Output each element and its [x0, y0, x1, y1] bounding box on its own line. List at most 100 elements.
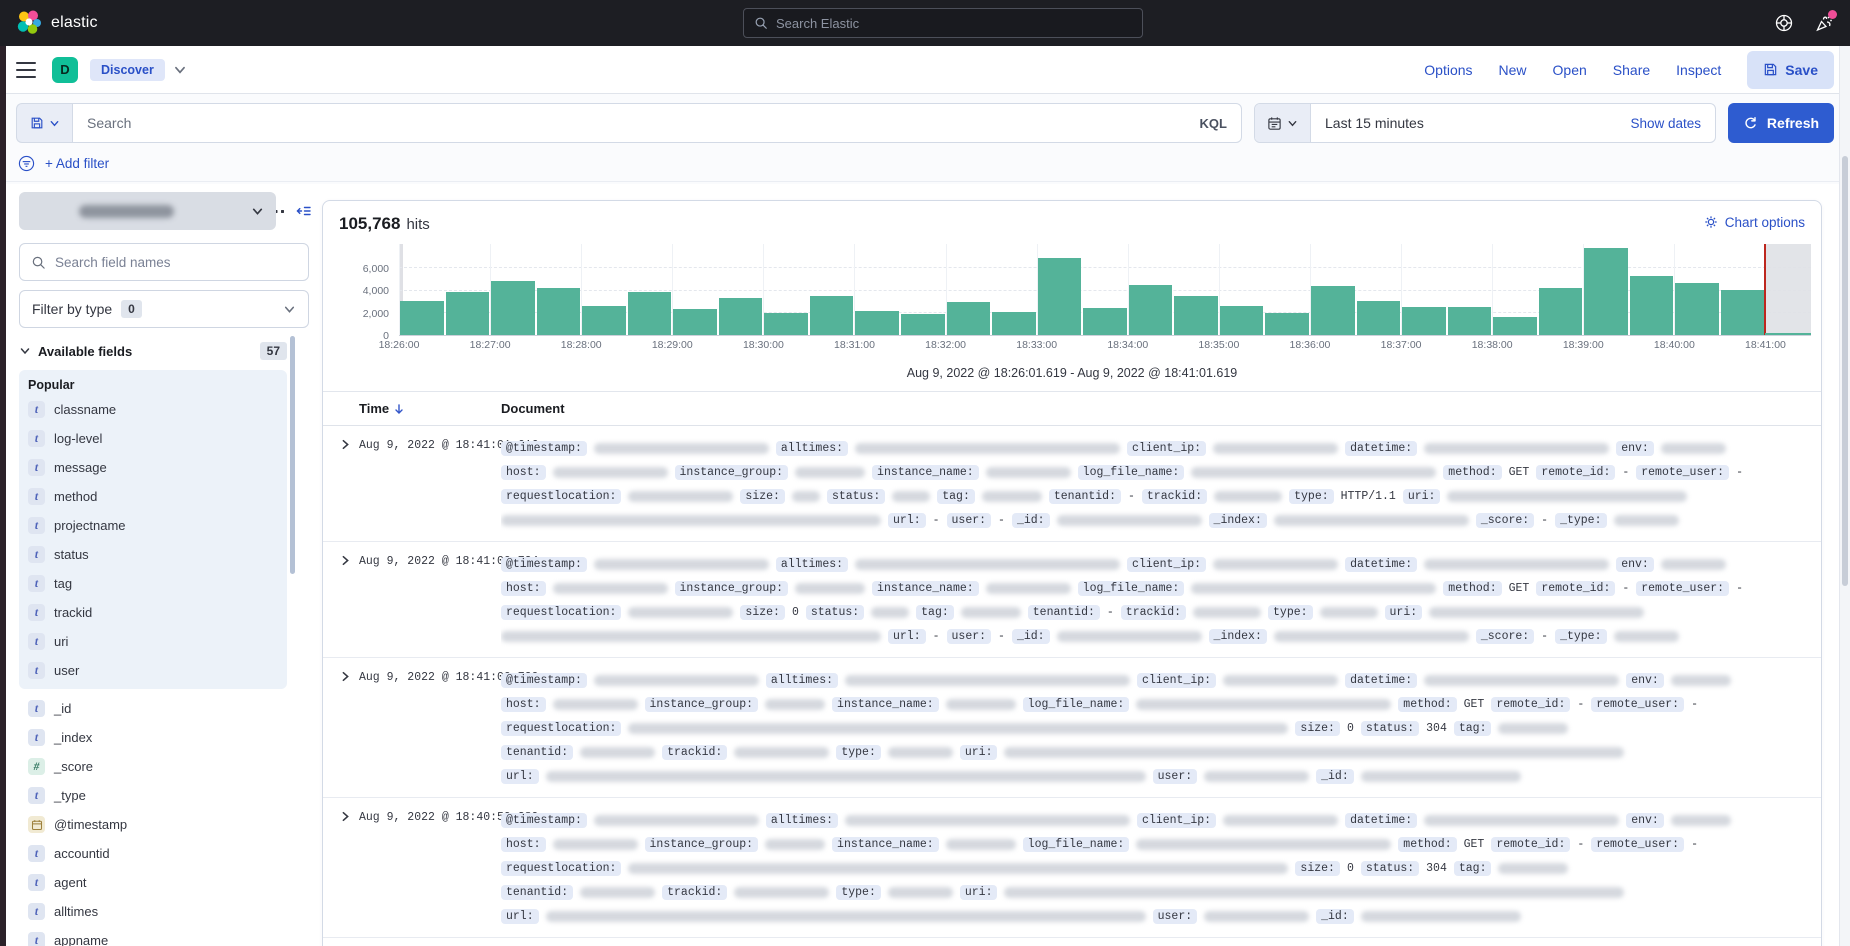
field-item-alltimes[interactable]: talltimes [28, 897, 287, 926]
doc-field-chip[interactable]: alltimes: [776, 557, 848, 572]
save-button[interactable]: Save [1747, 51, 1834, 89]
global-search[interactable] [743, 8, 1143, 38]
field-item-accountid[interactable]: taccountid [28, 839, 287, 868]
page-scrollbar[interactable] [1839, 46, 1850, 946]
histogram-bar[interactable] [446, 292, 490, 335]
doc-field-chip[interactable]: instance_group: [675, 465, 789, 480]
doc-field-chip[interactable]: user: [947, 513, 992, 528]
doc-field-chip[interactable]: method: [1443, 581, 1501, 596]
doc-field-chip[interactable]: url: [501, 909, 539, 924]
doc-field-chip[interactable]: tag: [916, 605, 954, 620]
doc-field-chip[interactable]: datetime: [1345, 441, 1417, 456]
doc-field-chip[interactable]: method: [1398, 697, 1456, 712]
time-column-header[interactable]: Time [359, 401, 501, 416]
doc-field-chip[interactable]: @timestamp: [501, 557, 587, 572]
field-item-tag[interactable]: ttag [28, 569, 287, 598]
menu-link-inspect[interactable]: Inspect [1676, 62, 1721, 78]
doc-field-chip[interactable]: status: [1361, 861, 1419, 876]
doc-field-chip[interactable]: status: [806, 605, 864, 620]
doc-field-chip[interactable]: _id: [1316, 909, 1354, 924]
histogram-bar[interactable] [582, 306, 626, 335]
doc-field-chip[interactable]: type: [836, 745, 881, 760]
histogram-bar[interactable] [764, 313, 808, 335]
doc-field-chip[interactable]: uri: [1403, 489, 1441, 504]
field-item-agent[interactable]: tagent [28, 868, 287, 897]
doc-field-chip[interactable]: instance_name: [872, 465, 979, 480]
doc-field-chip[interactable]: status: [1361, 721, 1419, 736]
doc-field-chip[interactable]: uri: [960, 885, 998, 900]
field-item-trackid[interactable]: ttrackid [28, 598, 287, 627]
doc-field-chip[interactable]: uri: [960, 745, 998, 760]
field-item-status[interactable]: tstatus [28, 540, 287, 569]
histogram-bar[interactable] [400, 301, 444, 335]
doc-field-chip[interactable]: remote_id: [1491, 837, 1570, 852]
histogram-bar[interactable] [1357, 301, 1401, 335]
field-item-_index[interactable]: t_index [28, 723, 287, 752]
doc-field-chip[interactable]: log_file_name: [1023, 837, 1130, 852]
field-item-uri[interactable]: turi [28, 627, 287, 656]
doc-field-chip[interactable]: env: [1616, 557, 1654, 572]
histogram-bar[interactable] [1174, 296, 1218, 335]
menu-link-new[interactable]: New [1499, 62, 1527, 78]
doc-field-chip[interactable]: type: [836, 885, 881, 900]
doc-field-chip[interactable]: _id: [1012, 629, 1050, 644]
histogram-bar[interactable] [1675, 283, 1719, 335]
doc-field-chip[interactable]: host: [501, 581, 546, 596]
field-item-log-level[interactable]: tlog-level [28, 424, 287, 453]
doc-field-chip[interactable]: @timestamp: [501, 673, 587, 688]
help-icon[interactable] [1774, 13, 1794, 33]
doc-field-chip[interactable]: requestlocation: [501, 861, 621, 876]
histogram-bar[interactable] [810, 296, 854, 335]
doc-field-chip[interactable]: tenantid: [1049, 489, 1121, 504]
histogram-bar[interactable] [1539, 288, 1583, 335]
elastic-logo[interactable]: elastic [16, 10, 98, 36]
doc-field-chip[interactable]: alltimes: [766, 673, 838, 688]
doc-field-chip[interactable]: remote_id: [1491, 697, 1570, 712]
histogram-bar[interactable] [855, 311, 899, 335]
doc-field-chip[interactable]: size: [740, 605, 785, 620]
doc-field-chip[interactable]: instance_name: [872, 581, 979, 596]
doc-field-chip[interactable]: instance_name: [832, 837, 939, 852]
sort-desc-icon[interactable] [393, 403, 405, 415]
doc-field-chip[interactable]: _type: [1555, 629, 1606, 644]
histogram-bar[interactable] [1448, 307, 1492, 335]
doc-field-chip[interactable]: host: [501, 697, 546, 712]
doc-field-chip[interactable]: remote_user: [1591, 697, 1684, 712]
histogram-bar[interactable] [628, 292, 672, 335]
available-fields-header[interactable]: Available fields 57 [19, 342, 287, 360]
doc-field-chip[interactable]: uri: [1385, 605, 1423, 620]
doc-field-chip[interactable]: status: [827, 489, 885, 504]
doc-field-chip[interactable]: datetime: [1345, 673, 1417, 688]
menu-icon[interactable] [16, 62, 36, 78]
histogram-bar[interactable] [901, 314, 945, 335]
doc-field-chip[interactable]: @timestamp: [501, 813, 587, 828]
doc-field-chip[interactable]: _index: [1209, 629, 1267, 644]
expand-row-button[interactable] [339, 552, 359, 567]
doc-field-chip[interactable]: remote_id: [1536, 465, 1615, 480]
doc-field-chip[interactable]: _score: [1476, 513, 1534, 528]
doc-field-chip[interactable]: instance_group: [645, 837, 759, 852]
doc-field-chip[interactable]: trackid: [662, 885, 727, 900]
doc-field-chip[interactable]: url: [501, 769, 539, 784]
sidebar-scrollbar[interactable] [290, 336, 295, 574]
doc-field-chip[interactable]: datetime: [1345, 813, 1417, 828]
field-item-projectname[interactable]: tprojectname [28, 511, 287, 540]
expand-row-button[interactable] [339, 668, 359, 683]
date-quick-select-button[interactable] [1255, 104, 1311, 142]
doc-field-chip[interactable]: method: [1398, 837, 1456, 852]
chevron-down-icon[interactable] [173, 63, 187, 77]
doc-field-chip[interactable]: remote_id: [1536, 581, 1615, 596]
doc-field-chip[interactable]: remote_user: [1636, 581, 1729, 596]
doc-field-chip[interactable]: client_ip: [1137, 813, 1216, 828]
histogram-bar[interactable] [1083, 308, 1127, 335]
doc-field-chip[interactable]: log_file_name: [1078, 581, 1185, 596]
field-item-classname[interactable]: tclassname [28, 395, 287, 424]
time-range-value[interactable]: Last 15 minutes [1311, 104, 1616, 142]
doc-field-chip[interactable]: tenantid: [501, 745, 573, 760]
doc-field-chip[interactable]: size: [1295, 861, 1340, 876]
doc-field-chip[interactable]: requestlocation: [501, 721, 621, 736]
menu-link-share[interactable]: Share [1613, 62, 1650, 78]
doc-field-chip[interactable]: requestlocation: [501, 489, 621, 504]
field-item-appname[interactable]: tappname [28, 926, 287, 946]
field-item-user[interactable]: tuser [28, 656, 287, 685]
